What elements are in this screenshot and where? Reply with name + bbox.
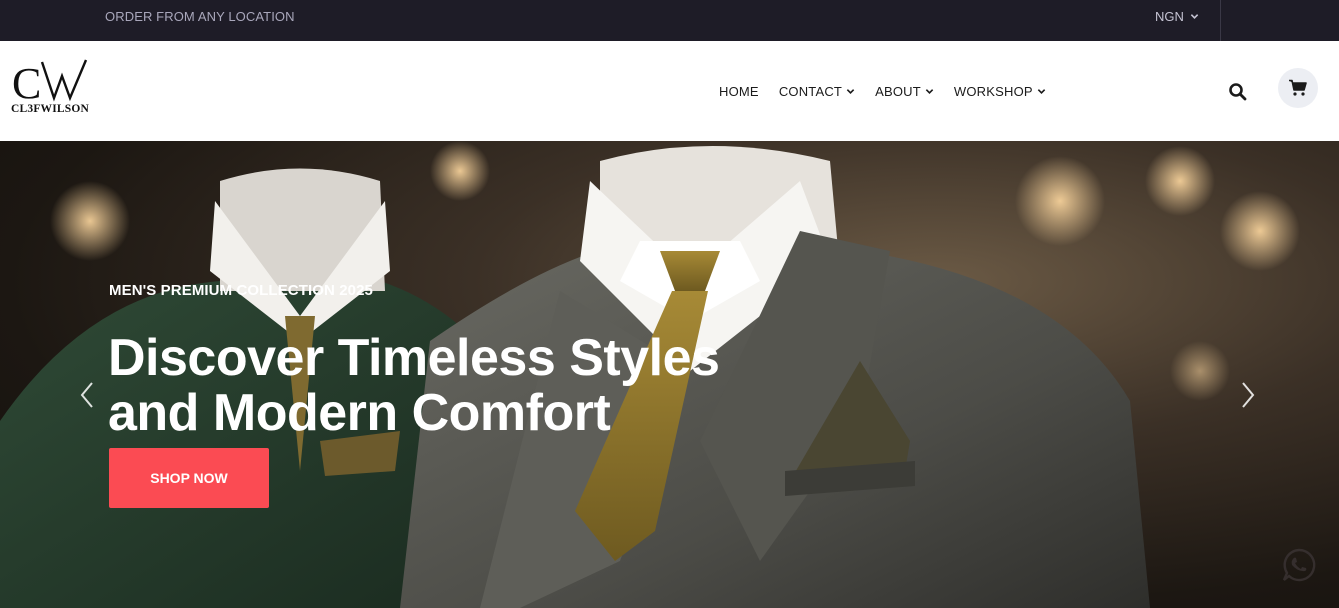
nav-item-contact[interactable]: CONTACT bbox=[779, 84, 855, 99]
top-bar: ORDER FROM ANY LOCATION NGN bbox=[0, 0, 1339, 41]
site-header: C CL3FWILSON HOME CONTACT ABOUT WORKSHOP bbox=[0, 41, 1339, 141]
svg-text:C: C bbox=[12, 59, 41, 108]
chevron-down-icon bbox=[1190, 14, 1199, 19]
nav-item-home[interactable]: HOME bbox=[719, 84, 759, 99]
currency-label: NGN bbox=[1155, 9, 1184, 24]
brand-name: CL3FWILSON bbox=[11, 103, 90, 115]
cart-icon bbox=[1289, 79, 1307, 96]
chevron-down-icon bbox=[1037, 89, 1045, 94]
chevron-down-icon bbox=[925, 89, 934, 94]
hero-headline: Discover Timeless Styles and Modern Comf… bbox=[108, 331, 788, 441]
nav-label: ABOUT bbox=[875, 84, 921, 99]
hero-slider: MEN'S PREMIUM COLLECTION 2025 Discover T… bbox=[0, 141, 1339, 608]
main-nav: HOME CONTACT ABOUT WORKSHOP bbox=[719, 84, 1066, 99]
nav-label: HOME bbox=[719, 84, 759, 99]
nav-item-about[interactable]: ABOUT bbox=[875, 84, 934, 99]
chevron-down-icon bbox=[846, 89, 855, 94]
hero-eyebrow: MEN'S PREMIUM COLLECTION 2025 bbox=[109, 282, 374, 299]
shop-now-button[interactable]: SHOP NOW bbox=[109, 448, 269, 508]
topbar-divider bbox=[1220, 0, 1221, 41]
nav-label: WORKSHOP bbox=[953, 84, 1033, 99]
chevron-left-icon[interactable] bbox=[77, 380, 97, 410]
nav-label: CONTACT bbox=[778, 84, 843, 99]
nav-item-workshop[interactable]: WORKSHOP bbox=[954, 84, 1046, 99]
headline-line-2: and Modern Comfort bbox=[108, 384, 611, 442]
cart-button[interactable] bbox=[1278, 68, 1318, 108]
headline-line-1: Discover Timeless Styles bbox=[108, 329, 720, 387]
search-icon[interactable] bbox=[1228, 82, 1248, 102]
currency-selector[interactable]: NGN bbox=[1155, 9, 1199, 24]
whatsapp-icon[interactable] bbox=[1280, 546, 1318, 584]
order-location-text: ORDER FROM ANY LOCATION bbox=[105, 9, 295, 24]
chevron-right-icon[interactable] bbox=[1238, 380, 1258, 410]
